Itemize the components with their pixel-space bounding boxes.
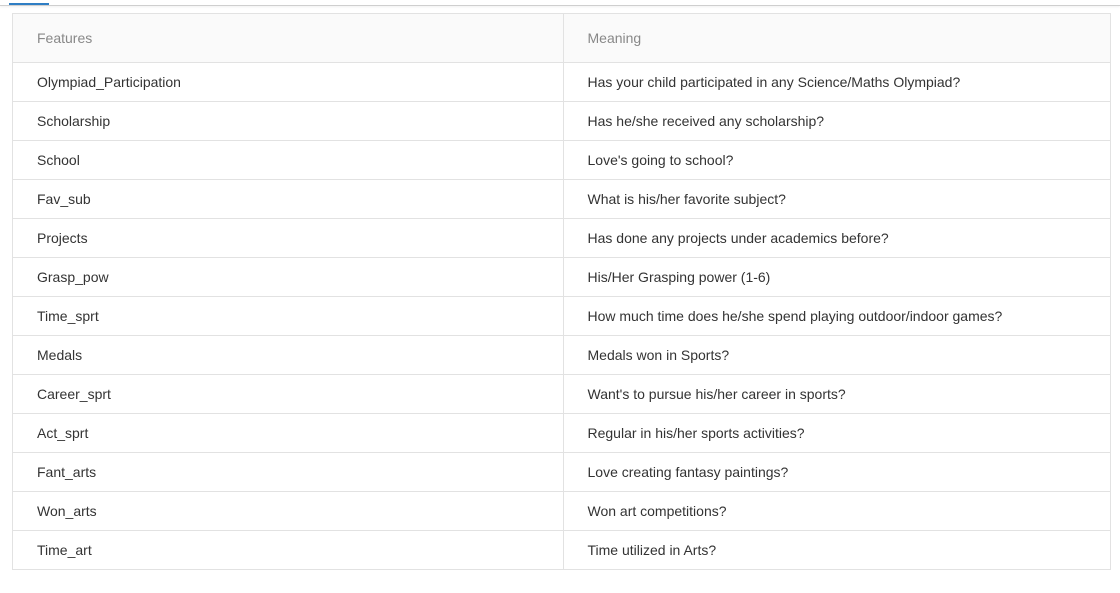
meaning-cell: Has your child participated in any Scien… xyxy=(563,62,1110,102)
meaning-cell: Medals won in Sports? xyxy=(563,335,1110,375)
table-row: Career_sprt Want's to pursue his/her care… xyxy=(13,374,1110,414)
table-row: Olympiad_Participation Has your child par… xyxy=(13,62,1110,102)
feature-cell: Olympiad_Participation xyxy=(13,62,564,102)
feature-cell: Grasp_pow xyxy=(13,257,564,297)
meaning-cell: Has done any projects under academics be… xyxy=(563,218,1110,258)
table-row: Projects Has done any projects under acad… xyxy=(13,218,1110,258)
meaning-cell: Won art competitions? xyxy=(563,491,1110,531)
table-row: Scholarship Has he/she received any schol… xyxy=(13,101,1110,141)
feature-cell: Time_sprt xyxy=(13,296,564,336)
feature-cell: Won_arts xyxy=(13,491,564,531)
feature-cell: Medals xyxy=(13,335,564,375)
top-tab-bar xyxy=(0,0,1120,6)
table-row: Fav_sub What is his/her favorite subject? xyxy=(13,179,1110,219)
feature-cell: Projects xyxy=(13,218,564,258)
features-table-grid: Features Meaning Olympiad_Participation H… xyxy=(13,14,1110,569)
table-row: Act_sprt Regular in his/her sports activi… xyxy=(13,413,1110,453)
feature-cell: Time_art xyxy=(13,530,564,569)
meaning-cell: Regular in his/her sports activities? xyxy=(563,413,1110,453)
table-body: Olympiad_Participation Has your child par… xyxy=(13,62,1110,569)
table-header: Features Meaning xyxy=(13,14,1110,63)
meaning-cell: Love creating fantasy paintings? xyxy=(563,452,1110,492)
feature-cell: Act_sprt xyxy=(13,413,564,453)
column-header-meaning: Meaning xyxy=(563,14,1110,63)
table-header-row: Features Meaning xyxy=(13,14,1110,63)
feature-cell: Fant_arts xyxy=(13,452,564,492)
meaning-cell: Has he/she received any scholarship? xyxy=(563,101,1110,141)
meaning-cell: His/Her Grasping power (1-6) xyxy=(563,257,1110,297)
table-row: Time_sprt How much time does he/she spend… xyxy=(13,296,1110,336)
meaning-cell: Want's to pursue his/her career in sport… xyxy=(563,374,1110,414)
table-row: School Love's going to school? xyxy=(13,140,1110,180)
feature-cell: Career_sprt xyxy=(13,374,564,414)
feature-cell: Scholarship xyxy=(13,101,564,141)
table-row: Medals Medals won in Sports? xyxy=(13,335,1110,375)
table-row: Fant_arts Love creating fantasy paintings… xyxy=(13,452,1110,492)
active-tab-indicator[interactable] xyxy=(9,3,49,5)
meaning-cell: What is his/her favorite subject? xyxy=(563,179,1110,219)
features-table: Features Meaning Olympiad_Participation H… xyxy=(12,13,1111,570)
table-row: Won_arts Won art competitions? xyxy=(13,491,1110,531)
meaning-cell: Time utilized in Arts? xyxy=(587,542,717,558)
meaning-cell: Love's going to school? xyxy=(563,140,1110,180)
table-row: Grasp_pow His/Her Grasping power (1-6) xyxy=(13,257,1110,297)
table-row: Time_art Time utilized in Arts? xyxy=(13,530,1110,569)
feature-cell: Fav_sub xyxy=(13,179,564,219)
feature-cell: School xyxy=(13,140,564,180)
meaning-cell: How much time does he/she spend playing … xyxy=(563,296,1110,336)
column-header-features: Features xyxy=(13,14,564,63)
